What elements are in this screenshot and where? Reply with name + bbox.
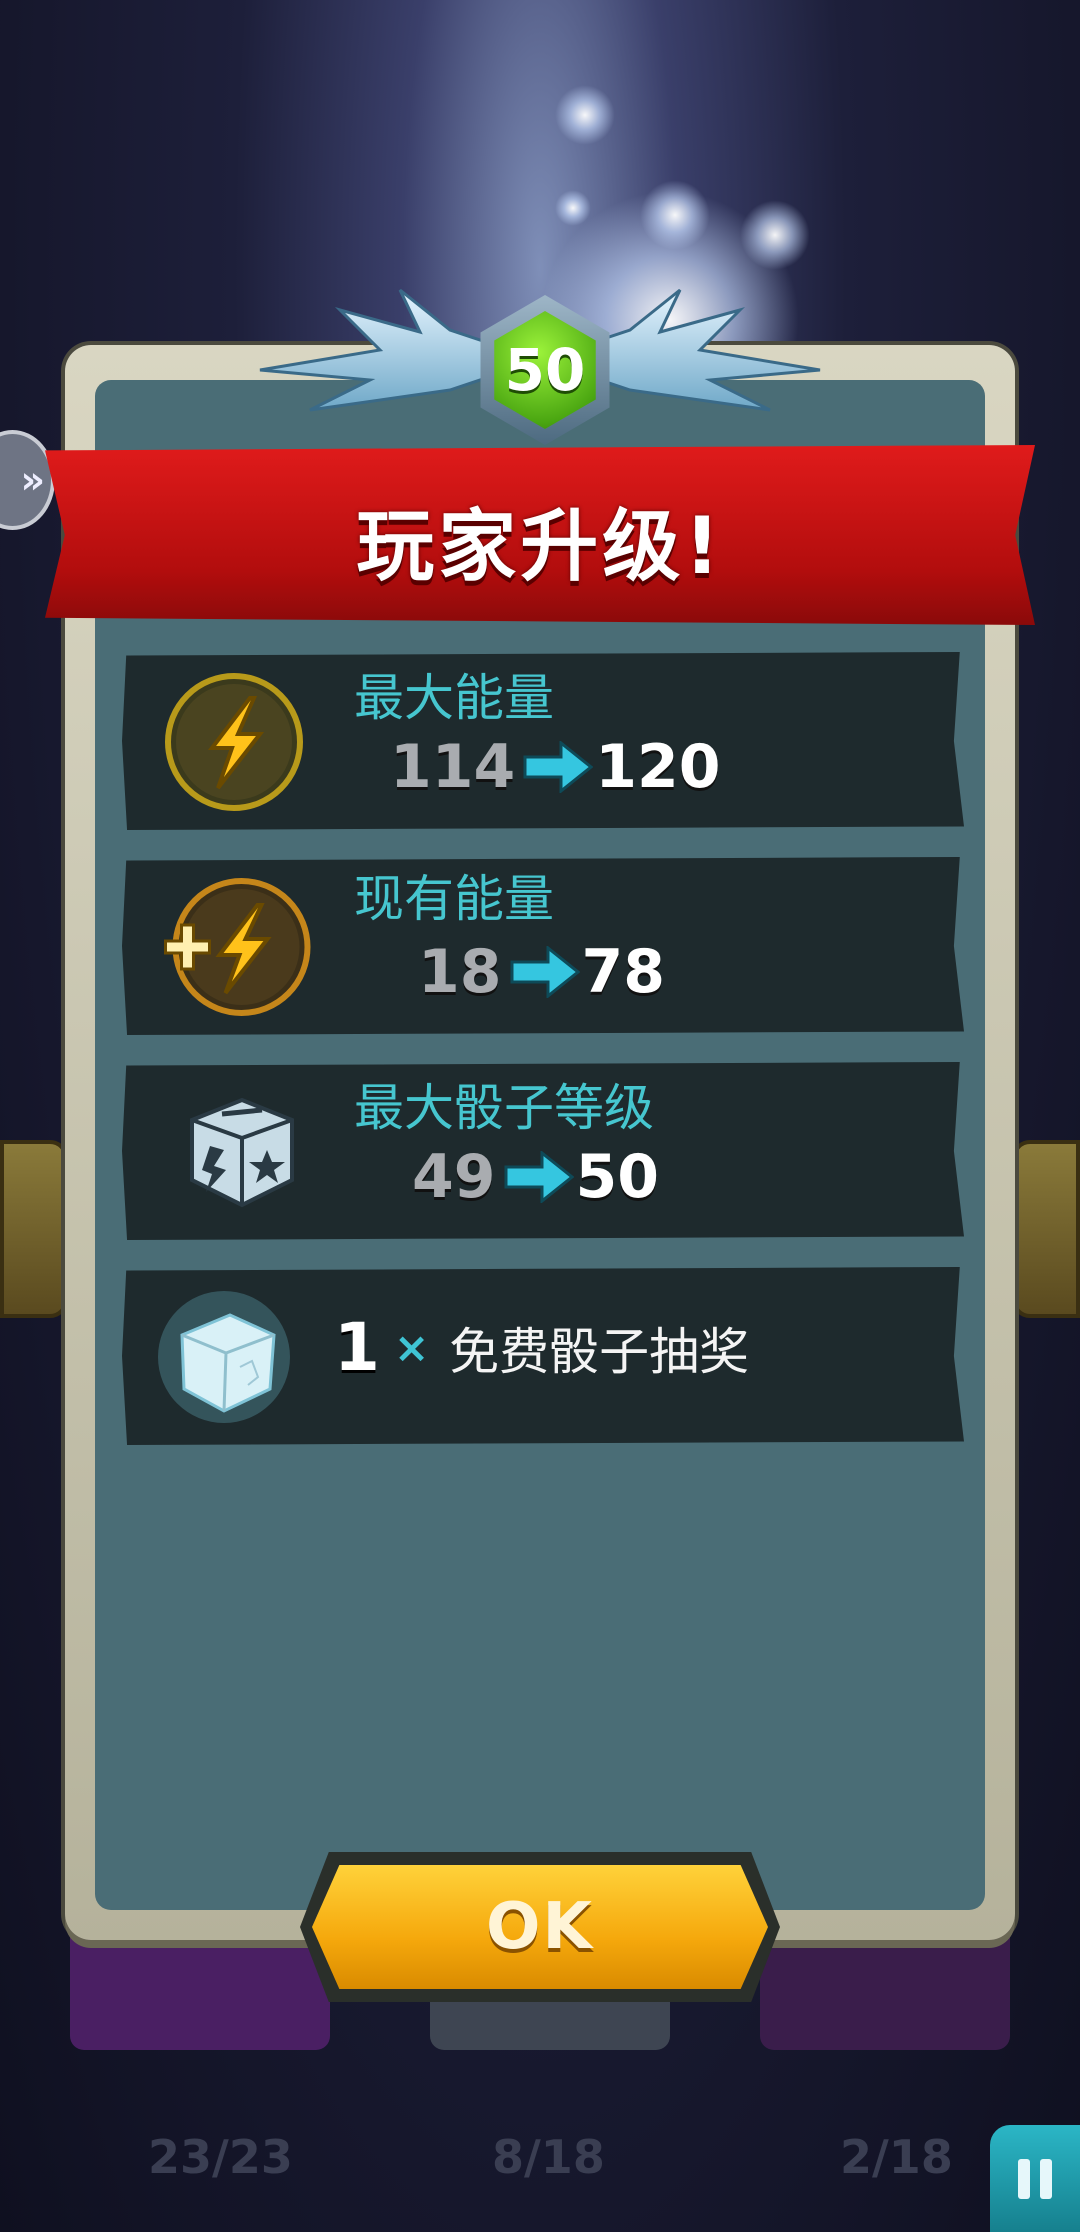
stat-values: 18 78: [418, 937, 665, 1007]
lightning-icon: [165, 673, 303, 811]
background-side-panel: [1012, 1140, 1080, 1318]
stat-row-max-dice-level: 最大骰子等级 49 50: [122, 1062, 964, 1240]
dice-icon: [190, 1097, 294, 1208]
stat-old-value: 114: [390, 732, 516, 802]
double-chevron-icon: »: [20, 458, 45, 502]
stat-label: 最大能量: [354, 669, 554, 727]
counter-center: 8/18: [492, 2130, 605, 2184]
stat-new-value: 78: [581, 937, 666, 1007]
stat-values: 49 50: [412, 1142, 659, 1212]
arrow-right-icon: [504, 1151, 574, 1203]
stat-new-value: 120: [595, 732, 721, 802]
background-glow: [555, 85, 615, 145]
ok-button[interactable]: OK: [300, 1852, 780, 2002]
background-glow: [640, 180, 710, 250]
reward-text: 1 × 免费骰子抽奖: [334, 1309, 749, 1386]
counter-left: 23/23: [148, 2130, 293, 2184]
title-banner: 玩家升级!: [45, 445, 1035, 625]
stat-row-current-energy: 现有能量 18 78: [122, 857, 964, 1035]
reward-row-free-dice-draw: 1 × 免费骰子抽奖: [122, 1267, 964, 1445]
stat-row-max-energy: 最大能量 114 120: [122, 652, 964, 830]
stat-label: 最大骰子等级: [354, 1079, 654, 1137]
stat-new-value: 50: [575, 1142, 660, 1212]
reward-label: 免费骰子抽奖: [449, 1322, 750, 1381]
stat-label: 现有能量: [354, 870, 554, 928]
level-number: 50: [504, 336, 586, 404]
pause-icon: [1018, 2158, 1030, 2199]
reward-count: 1: [334, 1309, 380, 1386]
crystal-dice-icon: [158, 1291, 290, 1423]
stat-values: 114 120: [390, 732, 721, 802]
stat-old-value: 18: [418, 937, 502, 1007]
background-glow: [740, 200, 810, 270]
pause-button[interactable]: [990, 2125, 1080, 2232]
dialog-title: 玩家升级!: [356, 502, 724, 592]
ok-button-label: OK: [486, 1890, 594, 1964]
background-glow: [555, 190, 591, 226]
plus-lightning-icon: [164, 878, 311, 1016]
stat-old-value: 49: [412, 1142, 496, 1212]
background-side-panel: [0, 1140, 68, 1318]
counter-right: 2/18: [840, 2130, 953, 2184]
arrow-right-icon: [510, 946, 580, 998]
arrow-right-icon: [523, 741, 594, 793]
multiply-icon: ×: [393, 1323, 430, 1372]
skip-button[interactable]: »: [0, 430, 55, 530]
